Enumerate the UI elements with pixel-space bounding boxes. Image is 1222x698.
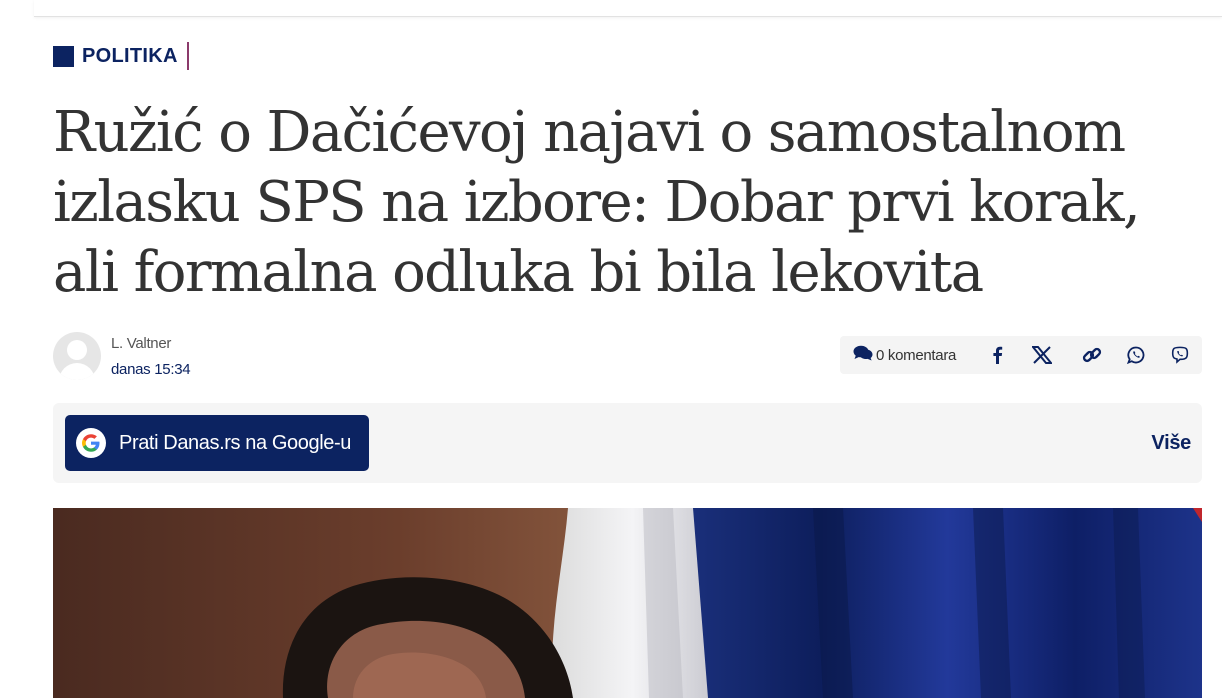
- article-title: Ružić o Dačićevoj najavi o samostalnom i…: [53, 100, 1141, 305]
- hero-photo-illustration: [53, 508, 1202, 698]
- author-name[interactable]: L. Valtner: [111, 335, 190, 352]
- comments-link[interactable]: 0 komentara: [853, 345, 956, 366]
- avatar-body-shape: [59, 363, 95, 380]
- follow-google-button[interactable]: Prati Danas.rs na Google-u: [65, 415, 369, 471]
- avatar[interactable]: [53, 332, 101, 380]
- whatsapp-icon[interactable]: [1126, 345, 1146, 365]
- viber-icon[interactable]: [1170, 345, 1190, 365]
- follow-google-label: Prati Danas.rs na Google-u: [119, 431, 351, 454]
- publish-date: danas 15:34: [111, 361, 191, 378]
- top-navigation-strip: [0, 0, 1222, 18]
- comments-count-label[interactable]: 0 komentara: [876, 347, 956, 364]
- category-divider: [186, 42, 189, 70]
- google-icon: [76, 428, 106, 458]
- more-link[interactable]: Više: [1151, 432, 1191, 455]
- article-hero-image: [53, 508, 1202, 698]
- share-bar: 0 komentara: [840, 336, 1202, 374]
- facebook-icon[interactable]: [987, 345, 1007, 365]
- category-square-icon: [53, 45, 74, 67]
- author-block: L. Valtner danas 15:34: [53, 332, 191, 380]
- follow-panel: Prati Danas.rs na Google-u Više: [53, 403, 1202, 483]
- author-meta: L. Valtner danas 15:34: [111, 335, 191, 378]
- comments-icon: [853, 345, 873, 366]
- link-icon[interactable]: [1082, 345, 1102, 365]
- avatar-head-shape: [67, 340, 87, 360]
- breadcrumb-bar-edge: [34, 0, 1222, 17]
- x-icon[interactable]: [1032, 345, 1052, 365]
- category-label[interactable]: POLITIKA: [82, 45, 178, 68]
- category-tag[interactable]: POLITIKA: [53, 42, 189, 70]
